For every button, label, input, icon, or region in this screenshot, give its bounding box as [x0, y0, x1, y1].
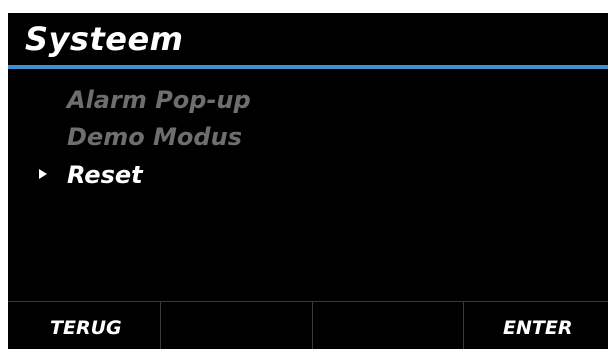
softkey-divider [312, 302, 313, 349]
softkey-divider [160, 302, 161, 349]
menu-item-label: Alarm Pop-up [67, 86, 251, 114]
menu-item-reset[interactable]: Reset [8, 158, 608, 194]
softkey-2[interactable] [168, 302, 308, 349]
header-divider [8, 65, 608, 69]
page-title: Systeem [25, 20, 184, 58]
softkey-bar: TERUG ENTER [8, 301, 608, 349]
back-softkey[interactable]: TERUG [50, 302, 122, 349]
screen-header: Systeem [8, 13, 608, 65]
menu-item-label: Demo Modus [67, 123, 242, 151]
device-screen: Systeem Alarm Pop-up Demo Modus Reset TE… [8, 13, 608, 349]
menu-item-alarm-popup[interactable]: Alarm Pop-up [8, 83, 608, 119]
enter-softkey[interactable]: ENTER [503, 302, 572, 349]
menu-item-label: Reset [67, 161, 143, 189]
softkey-3[interactable] [320, 302, 460, 349]
selection-arrow-icon [39, 169, 47, 179]
menu-item-demo-modus[interactable]: Demo Modus [8, 120, 608, 156]
softkey-divider [463, 302, 464, 349]
